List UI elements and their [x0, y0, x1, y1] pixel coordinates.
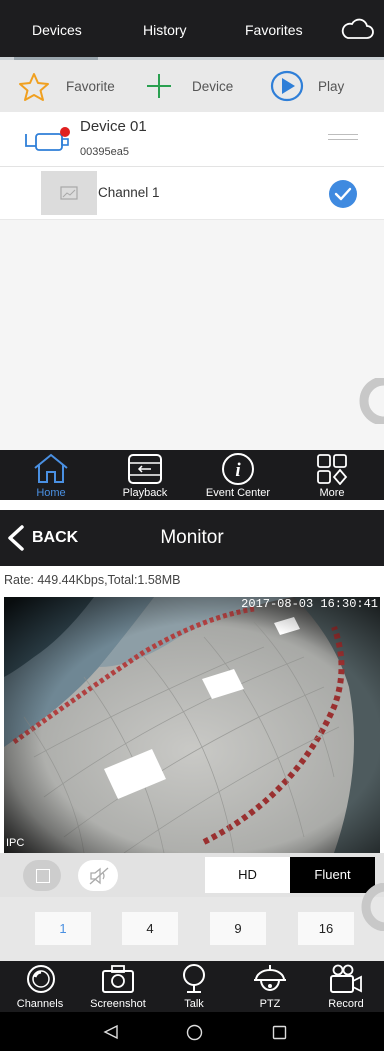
bottom-navigation: Home Playback i Event Center More — [0, 450, 384, 500]
device-list-empty-area — [0, 220, 384, 450]
play-icon[interactable] — [270, 70, 304, 102]
screen-divider — [0, 500, 384, 510]
channels-label: Channels — [16, 998, 64, 1010]
nav-home[interactable]: Home — [6, 450, 96, 500]
svg-text:i: i — [235, 460, 241, 481]
more-grid-icon — [317, 454, 348, 485]
nav-home-label: Home — [36, 487, 66, 499]
recents-square-icon[interactable] — [272, 1025, 287, 1040]
star-icon[interactable] — [18, 72, 50, 102]
mute-button[interactable] — [78, 860, 118, 891]
info-icon: i — [222, 453, 254, 485]
top-tab-bar: Devices History Favorites — [0, 0, 384, 60]
channel-list-item[interactable]: Channel 1 — [0, 167, 384, 220]
nav-more[interactable]: More — [287, 450, 377, 500]
ptz-label: PTZ — [259, 998, 281, 1010]
speaker-muted-icon — [89, 867, 109, 885]
tab-history[interactable]: History — [143, 22, 187, 38]
monitor-header: BACK Monitor — [0, 510, 384, 566]
system-navigation-bar — [0, 1012, 384, 1051]
device-name: Device 01 — [80, 118, 147, 135]
device-toolbar: Favorite Device Play — [0, 60, 384, 112]
rate-bar: Rate: 449.44Kbps,Total:1.58MB — [0, 566, 384, 596]
stop-button[interactable] — [23, 860, 61, 891]
camera-device-icon — [25, 127, 70, 151]
video-record-icon — [330, 964, 362, 993]
nav-more-label: More — [319, 487, 345, 499]
play-button[interactable]: Play — [318, 79, 344, 94]
tab-favorites[interactable]: Favorites — [245, 22, 303, 38]
channels-button[interactable]: Channels — [2, 961, 78, 1012]
cloud-icon[interactable] — [340, 18, 374, 40]
playback-icon — [128, 454, 162, 484]
ptz-button[interactable]: PTZ — [232, 961, 308, 1012]
square-stop-icon — [36, 869, 50, 883]
screenshot-button[interactable]: Screenshot — [80, 961, 156, 1012]
floating-assist-ball-icon[interactable] — [344, 378, 384, 424]
nav-playback-label: Playback — [122, 487, 168, 499]
talk-button[interactable]: Talk — [156, 961, 232, 1012]
check-icon[interactable] — [328, 179, 358, 209]
camera-feed-image — [4, 597, 380, 853]
tab-devices[interactable]: Devices — [32, 22, 82, 38]
channels-icon — [27, 965, 55, 993]
image-placeholder-icon — [60, 186, 78, 200]
home-circle-icon[interactable] — [186, 1024, 203, 1041]
nav-event-center-label: Event Center — [205, 487, 271, 499]
video-timestamp: 2017-08-03 16:30:41 — [241, 597, 378, 611]
quality-hd-option[interactable]: HD — [205, 857, 290, 893]
camera-icon — [102, 965, 134, 993]
camera-label: IPC — [6, 837, 25, 849]
floating-assist-ball-icon[interactable] — [346, 883, 384, 931]
favorite-button[interactable]: Favorite — [66, 79, 115, 94]
split-1-button[interactable]: 1 — [35, 912, 91, 945]
live-video-view[interactable]: 2017-08-03 16:30:41 IPC — [4, 597, 380, 853]
channel-thumbnail — [41, 171, 97, 215]
home-icon — [34, 453, 68, 483]
video-control-row: HD Fluent — [0, 853, 384, 897]
record-button[interactable]: Record — [308, 961, 384, 1012]
rate-text: Rate: 449.44Kbps,Total:1.58MB — [4, 573, 181, 587]
ptz-dome-camera-icon — [254, 965, 286, 991]
add-device-button[interactable]: Device — [192, 79, 233, 94]
nav-event-center[interactable]: i Event Center — [193, 450, 283, 500]
record-label: Record — [328, 998, 364, 1010]
add-device-icon[interactable] — [146, 73, 172, 99]
split-9-button[interactable]: 9 — [210, 912, 266, 945]
device-id: 00395ea5 — [80, 146, 129, 158]
nav-playback[interactable]: Playback — [100, 450, 190, 500]
screenshot-label: Screenshot — [90, 998, 146, 1010]
back-triangle-icon[interactable] — [103, 1024, 119, 1040]
monitor-bottom-toolbar: Channels Screenshot Talk PTZ Record — [0, 961, 384, 1012]
channel-name: Channel 1 — [98, 185, 160, 200]
page-title: Monitor — [160, 527, 224, 548]
split-4-button[interactable]: 4 — [122, 912, 178, 945]
device-list-item[interactable]: Device 01 00395ea5 — [0, 112, 384, 167]
microphone-icon — [183, 964, 205, 993]
drag-handle-icon[interactable] — [328, 134, 358, 142]
split-screen-row: 1 4 9 16 — [0, 883, 384, 961]
talk-label: Talk — [184, 998, 204, 1010]
